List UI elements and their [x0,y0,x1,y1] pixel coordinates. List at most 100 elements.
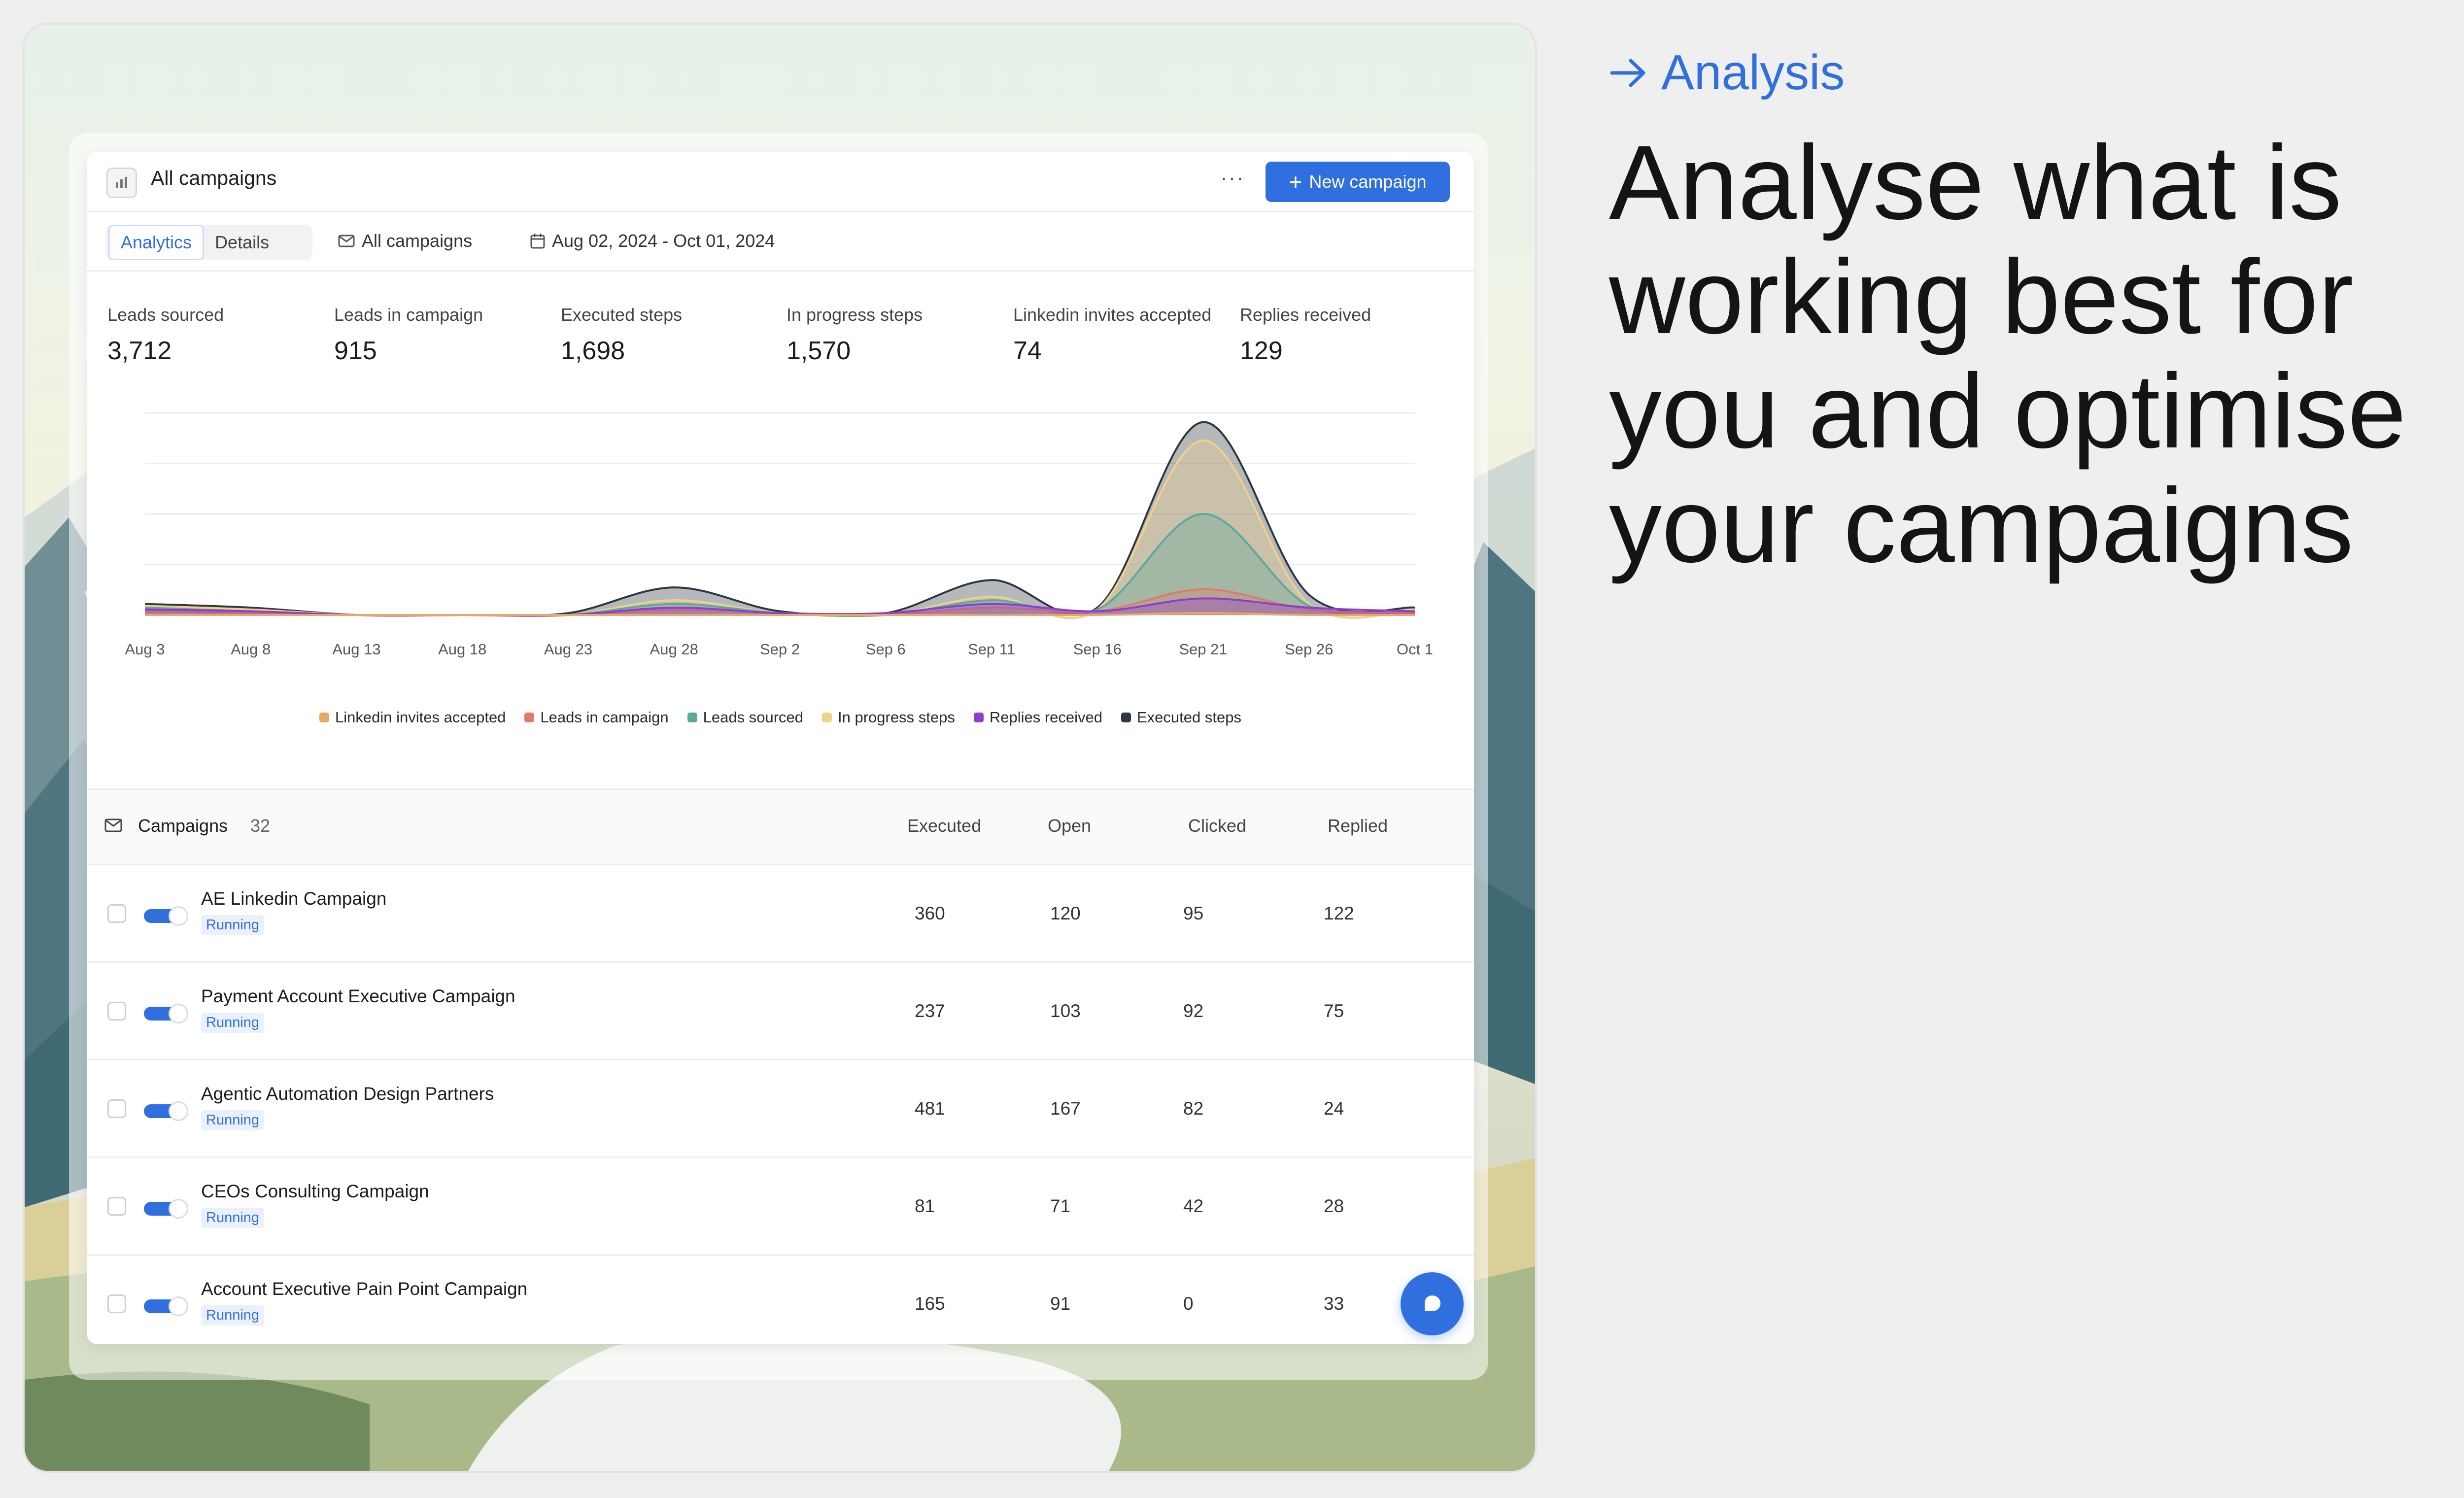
legend-swatch [687,713,697,722]
x-tick-label: Aug 23 [544,641,592,658]
column-clicked[interactable]: Clicked [1188,816,1246,836]
legend-item[interactable]: Leads in campaign [524,709,669,726]
new-campaign-button[interactable]: + New campaign [1266,162,1450,202]
status-badge: Running [201,1305,265,1326]
column-replied[interactable]: Replied [1328,816,1388,836]
legend-label: Leads in campaign [540,709,669,726]
cell-executed: 360 [915,903,945,923]
table-title: Campaigns [138,816,228,836]
x-tick-label: Aug 13 [332,641,380,658]
cell-clicked: 0 [1183,1294,1194,1314]
legend-swatch [524,713,535,722]
legend-swatch [1121,713,1131,722]
x-tick-label: Sep 21 [1179,641,1227,658]
table-row[interactable]: CEOs Consulting Campaign Running 81 71 42 28 [87,1157,1474,1256]
activity-chart: Aug 3 Aug 8 Aug 13 Aug 18 Aug 23 Aug 28 Sep 2 S… [125,412,1433,658]
x-tick-label: Sep 11 [968,641,1015,658]
campaign-toggle[interactable] [144,1296,188,1316]
cell-clicked: 95 [1183,903,1204,923]
legend-swatch [822,713,832,722]
row-checkbox[interactable] [107,1002,126,1021]
x-tick-label: Sep 16 [1073,641,1122,658]
campaign-name[interactable]: Agentic Automation Design Partners [201,1084,494,1104]
stat-replies-received: Replies received 129 [1240,305,1371,366]
chat-button[interactable] [1401,1272,1464,1335]
stat-value: 1,570 [787,337,851,365]
cell-open: 91 [1050,1294,1071,1314]
stat-value: 3,712 [107,337,172,365]
status-badge: Running [201,1110,265,1130]
campaign-toggle[interactable] [144,1199,188,1219]
stat-in-progress-steps: In progress steps 1,570 [787,305,923,366]
campaign-name[interactable]: Account Executive Pain Point Campaign [201,1279,527,1299]
stat-label: In progress steps [787,305,923,325]
date-range-picker[interactable]: Aug 02, 2024 - Oct 01, 2024 [530,231,775,251]
legend-item[interactable]: Linkedin invites accepted [319,709,506,726]
cell-replied: 122 [1324,903,1354,923]
campaign-count: 32 [250,816,271,836]
row-checkbox[interactable] [107,904,126,923]
section-kicker: Analysis [1609,44,1845,101]
campaign-name[interactable]: Payment Account Executive Campaign [201,986,515,1007]
cell-clicked: 92 [1183,1001,1204,1021]
stat-label: Replies received [1240,305,1371,325]
cell-executed: 81 [915,1196,935,1216]
column-open[interactable]: Open [1048,816,1091,836]
more-options-button[interactable]: ··· [1220,166,1245,190]
campaign-name[interactable]: CEOs Consulting Campaign [201,1181,429,1202]
cell-replied: 28 [1324,1196,1344,1216]
stat-executed-steps: Executed steps 1,698 [561,305,682,366]
legend-swatch [319,713,330,722]
campaign-name[interactable]: AE Linkedin Campaign [201,888,386,909]
chart-legend: Linkedin invites accepted Leads in campai… [87,709,1474,726]
campaign-toggle[interactable] [144,1101,188,1121]
date-range-label: Aug 02, 2024 - Oct 01, 2024 [552,231,775,251]
table-row[interactable]: AE Linkedin Campaign Running 360 120 95 122 [87,864,1474,963]
cell-clicked: 82 [1183,1098,1204,1119]
row-checkbox[interactable] [107,1294,126,1313]
cell-executed: 237 [915,1001,945,1021]
stat-leads-sourced: Leads sourced 3,712 [107,305,224,366]
stat-value: 915 [334,337,377,365]
row-checkbox[interactable] [107,1197,126,1216]
table-row[interactable]: Payment Account Executive Campaign Runnin… [87,961,1474,1060]
campaign-toggle[interactable] [144,1004,188,1023]
legend-item[interactable]: Executed steps [1121,709,1241,726]
table-row[interactable]: Agentic Automation Design Partners Runnin… [87,1059,1474,1158]
filter-toolbar: Analytics Details All campaigns Aug 02, … [87,211,1474,272]
promo-headline: Analyse what is working best for you and… [1609,124,2406,584]
toggle-knob [169,906,188,926]
mail-icon [338,235,355,247]
bar-chart-icon [106,168,137,198]
stat-value: 74 [1013,337,1042,365]
legend-label: Linkedin invites accepted [335,709,506,726]
table-row[interactable]: Account Executive Pain Point Campaign Run… [87,1254,1474,1344]
x-tick-label: Aug 28 [650,641,698,658]
legend-item[interactable]: Replies received [973,709,1102,726]
row-checkbox[interactable] [107,1099,126,1118]
plus-icon: + [1289,169,1302,195]
x-tick-label: Oct 1 [1397,641,1433,658]
tab-details[interactable]: Details [204,226,280,259]
legend-item[interactable]: In progress steps [822,709,955,726]
x-tick-label: Sep 26 [1285,641,1333,658]
campaign-toggle[interactable] [144,906,188,926]
new-campaign-label: New campaign [1309,171,1427,192]
column-executed[interactable]: Executed [907,816,981,836]
tab-analytics[interactable]: Analytics [108,225,205,260]
toggle-knob [169,1296,188,1316]
legend-item[interactable]: Leads sourced [687,709,803,726]
arrow-right-icon [1610,59,1645,87]
cell-open: 167 [1050,1098,1081,1119]
cell-clicked: 42 [1183,1196,1204,1216]
stat-leads-in-campaign: Leads in campaign 915 [334,305,483,366]
cell-replied: 24 [1324,1098,1344,1119]
cell-executed: 165 [915,1294,945,1314]
stat-value: 1,698 [561,337,625,365]
stats-row: Leads sourced 3,712 Leads in campaign 91… [87,270,1474,388]
campaign-filter-label: All campaigns [362,231,473,251]
cell-replied: 33 [1324,1294,1344,1314]
mail-icon [104,818,122,832]
campaign-filter[interactable]: All campaigns [338,231,472,251]
stat-label: Linkedin invites accepted [1013,305,1212,325]
